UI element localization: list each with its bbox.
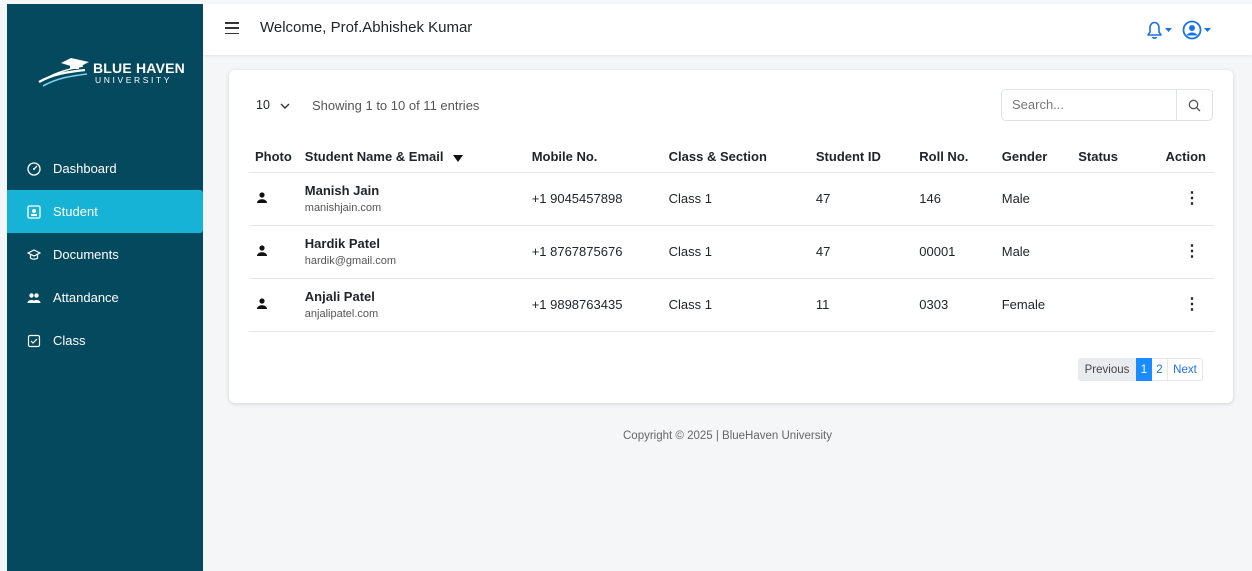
student-name-email: Manish Jain manishjain.com <box>304 172 532 226</box>
sidebar-item-label: Attandance <box>53 290 119 305</box>
class-cell: Class 1 <box>668 225 816 279</box>
sidebar-item-student[interactable]: Student <box>7 190 203 233</box>
student-email: anjalipatel.com <box>304 308 379 320</box>
sidebar-item-documents[interactable]: Documents <box>7 233 203 276</box>
sidebar-item-label: Dashboard <box>53 161 117 176</box>
search-icon <box>1188 99 1201 111</box>
student-name[interactable]: Anjali Patel <box>305 289 532 304</box>
column-header-student-id: Student ID <box>815 142 920 173</box>
status-cell <box>1078 278 1166 332</box>
page-length-select[interactable]: 10 <box>249 92 299 118</box>
student-name-email: Hardik Patel hardik@gmail.com <box>304 225 532 279</box>
student-photo <box>249 172 305 226</box>
search-button[interactable] <box>1176 90 1212 120</box>
student-id-cell: 47 <box>815 225 920 279</box>
students-table: Photo Student Name & Email Mobile No. Cl… <box>249 142 1214 332</box>
column-header-photo: Photo <box>249 142 305 173</box>
sidebar-item-class[interactable]: Class <box>7 319 203 362</box>
class-cell: Class 1 <box>668 172 816 226</box>
pagination-page-1[interactable]: 1 <box>1136 358 1152 381</box>
status-cell <box>1078 172 1166 226</box>
class-cell: Class 1 <box>668 278 816 332</box>
users-icon <box>27 291 41 305</box>
action-cell: ⋮ <box>1165 225 1214 279</box>
roll-no-cell: 0303 <box>919 278 1002 332</box>
more-vertical-icon[interactable]: ⋮ <box>1184 243 1200 260</box>
notifications-dropdown[interactable] <box>1144 18 1174 42</box>
bell-icon <box>1147 21 1172 39</box>
welcome-message: Welcome, Prof.Abhishek Kumar <box>260 19 473 36</box>
pagination-next[interactable]: Next <box>1168 358 1203 381</box>
graduation-cap-icon <box>27 248 41 262</box>
sidebar-item-dashboard[interactable]: Dashboard <box>7 147 203 190</box>
gauge-icon <box>27 161 41 176</box>
graduation-cap-logo-icon <box>38 58 89 87</box>
top-navbar: Welcome, Prof.Abhishek Kumar <box>203 4 1252 55</box>
action-cell: ⋮ <box>1165 172 1214 226</box>
sidebar-item-attandance[interactable]: Attandance <box>7 276 203 319</box>
more-vertical-icon[interactable]: ⋮ <box>1184 296 1200 313</box>
menu-icon[interactable] <box>225 22 239 36</box>
students-card: 10 Showing 1 to 10 of 11 entries Search.… <box>229 70 1233 403</box>
chevron-down-icon <box>280 98 290 112</box>
student-id-cell: 47 <box>815 172 920 226</box>
column-header-label: Student Name & Email <box>304 148 444 164</box>
mobile-cell: +1 8767875676 <box>531 225 669 279</box>
brand-subtitle: UNIVERSITY <box>95 75 173 85</box>
sidebar-item-label: Student <box>53 204 98 219</box>
search-box: Search... <box>1001 89 1213 121</box>
checklist-icon <box>27 334 41 348</box>
status-cell <box>1078 225 1166 279</box>
student-name-email: Anjali Patel anjalipatel.com <box>304 278 532 332</box>
search-input[interactable]: Search... <box>1002 90 1176 120</box>
column-header-student-name[interactable]: Student Name & Email <box>304 142 532 173</box>
student-card-icon <box>27 204 41 219</box>
sidebar-item-label: Documents <box>53 247 119 262</box>
page-length-value: 10 <box>256 98 270 112</box>
student-id-cell: 11 <box>815 278 920 332</box>
pagination: Previous 1 2 Next <box>1078 358 1203 381</box>
table-row: Hardik Patel hardik@gmail.com +1 8767875… <box>249 225 1214 279</box>
brand-name: BLUE HAVEN <box>93 60 185 76</box>
sort-desc-icon <box>453 150 464 165</box>
roll-no-cell: 00001 <box>919 225 1002 279</box>
gender-cell: Male <box>1001 225 1079 279</box>
student-name[interactable]: Manish Jain <box>305 183 532 198</box>
user-circle-icon <box>1182 20 1211 40</box>
student-email: hardik@gmail.com <box>304 255 397 267</box>
sidebar-nav: Dashboard Student Documents Attandance C… <box>7 147 203 362</box>
gender-cell: Male <box>1001 172 1079 226</box>
column-header-roll-no: Roll No. <box>919 142 1002 173</box>
student-photo <box>249 225 305 279</box>
table-row: Anjali Patel anjalipatel.com +1 98987634… <box>249 278 1214 332</box>
sidebar: BLUE HAVEN UNIVERSITY Dashboard Student … <box>7 4 203 571</box>
user-silhouette-icon <box>257 245 267 256</box>
table-header-row: Photo Student Name & Email Mobile No. Cl… <box>249 142 1214 173</box>
university-logo[interactable]: BLUE HAVEN UNIVERSITY <box>37 52 187 88</box>
user-silhouette-icon <box>257 298 267 309</box>
column-header-gender: Gender <box>1001 142 1079 173</box>
column-header-action: Action <box>1165 142 1214 173</box>
table-row: Manish Jain manishjain.com +1 9045457898… <box>249 172 1214 226</box>
pagination-page-2[interactable]: 2 <box>1152 358 1168 381</box>
student-photo <box>249 278 305 332</box>
entries-info: Showing 1 to 10 of 11 entries <box>312 98 480 113</box>
column-header-mobile: Mobile No. <box>531 142 669 173</box>
action-cell: ⋮ <box>1165 278 1214 332</box>
sidebar-item-label: Class <box>53 333 86 348</box>
footer-copyright: Copyright © 2025 | BlueHaven University <box>623 430 832 442</box>
user-menu-dropdown[interactable] <box>1181 18 1213 42</box>
column-header-class-section: Class & Section <box>668 142 816 173</box>
student-email: manishjain.com <box>304 202 382 214</box>
pagination-previous[interactable]: Previous <box>1078 358 1136 381</box>
roll-no-cell: 146 <box>919 172 1002 226</box>
user-silhouette-icon <box>257 192 267 203</box>
gender-cell: Female <box>1001 278 1079 332</box>
mobile-cell: +1 9045457898 <box>531 172 669 226</box>
more-vertical-icon[interactable]: ⋮ <box>1184 190 1200 207</box>
student-name[interactable]: Hardik Patel <box>305 236 532 251</box>
column-header-status: Status <box>1078 142 1166 173</box>
mobile-cell: +1 9898763435 <box>531 278 669 332</box>
